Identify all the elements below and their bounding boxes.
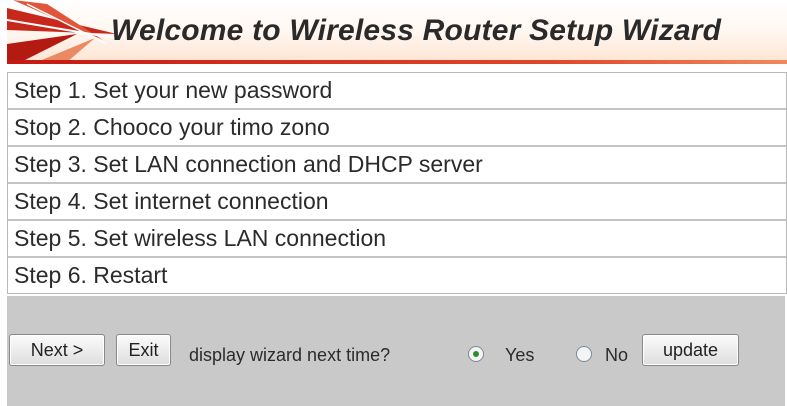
yes-label: Yes — [505, 345, 535, 365]
wizard-logo-icon — [7, 0, 117, 62]
exit-button[interactable]: Exit — [116, 334, 171, 366]
next-button[interactable]: Next > — [9, 334, 105, 366]
no-label: No — [605, 345, 629, 365]
header-divider — [7, 60, 787, 64]
step-item-3[interactable]: Step 3. Set LAN connection and DHCP serv… — [8, 147, 786, 184]
step-item-6[interactable]: Step 6. Restart — [8, 258, 786, 293]
wizard-footer: Next > Exit display wizard next time? Ye… — [7, 296, 785, 406]
step-item-1[interactable]: Step 1. Set your new password — [8, 73, 786, 110]
show-wizard-prompt: display wizard next time? — [189, 345, 391, 365]
step-item-2[interactable]: Stop 2. Chooco your timo zono — [8, 110, 786, 147]
wizard-header: Welcome to Wireless Router Setup Wizard — [7, 0, 787, 62]
update-button[interactable]: update — [642, 334, 739, 366]
no-radio[interactable] — [576, 346, 592, 362]
step-item-5[interactable]: Step 5. Set wireless LAN connection — [8, 221, 786, 258]
step-item-4[interactable]: Step 4. Set internet connection — [8, 184, 786, 221]
yes-radio[interactable] — [468, 346, 484, 362]
page-title: Welcome to Wireless Router Setup Wizard — [111, 14, 722, 47]
wizard-steps-list: Step 1. Set your new password Stop 2. Ch… — [7, 72, 787, 294]
